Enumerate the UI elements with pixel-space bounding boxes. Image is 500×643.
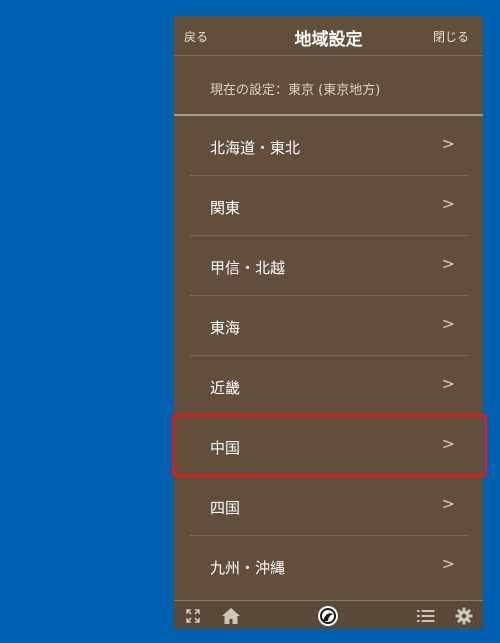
- region-label: 東海: [210, 319, 241, 337]
- region-item-kyushu-okinawa[interactable]: 九州・沖縄 >: [174, 536, 483, 596]
- region-label: 九州・沖縄: [210, 559, 286, 577]
- region-label: 近畿: [210, 379, 241, 397]
- gear-icon[interactable]: [454, 601, 474, 629]
- region-label: 四国: [210, 499, 241, 517]
- region-item-kinki[interactable]: 近畿 >: [174, 356, 483, 416]
- header-divider: [174, 55, 483, 56]
- region-item-hokkaido-tohoku[interactable]: 北海道・東北 >: [174, 116, 483, 176]
- region-item-kanto[interactable]: 関東 >: [174, 176, 483, 236]
- chevron-right-icon: >: [441, 434, 455, 453]
- chevron-right-icon: >: [441, 254, 455, 273]
- region-label: 関東: [210, 199, 241, 217]
- region-item-chugoku[interactable]: 中国 >: [174, 416, 483, 476]
- logo-icon[interactable]: [317, 601, 339, 629]
- list-icon[interactable]: [416, 601, 436, 629]
- region-list: 北海道・東北 > 関東 > 甲信・北越 > 東海 > 近畿 > 中国 > 四国 …: [174, 116, 483, 596]
- region-item-koshin-hokuetsu[interactable]: 甲信・北越 >: [174, 236, 483, 296]
- chevron-right-icon: >: [441, 374, 455, 393]
- chevron-right-icon: >: [441, 554, 455, 573]
- region-item-shikoku[interactable]: 四国 >: [174, 476, 483, 536]
- close-button[interactable]: 閉じる: [433, 28, 469, 45]
- current-setting-text: 現在の設定：東京 (東京地方): [210, 83, 381, 98]
- header: 戻る 地域設定 閉じる: [174, 16, 483, 56]
- region-settings-panel: 戻る 地域設定 閉じる 現在の設定：東京 (東京地方) 北海道・東北 > 関東 …: [174, 16, 483, 629]
- expand-icon[interactable]: [184, 601, 202, 629]
- region-item-tokai[interactable]: 東海 >: [174, 296, 483, 356]
- region-label: 甲信・北越: [210, 259, 286, 277]
- region-label: 中国: [210, 439, 241, 457]
- region-label: 北海道・東北: [210, 139, 301, 157]
- chevron-right-icon: >: [441, 134, 455, 153]
- footer-toolbar: [174, 600, 483, 629]
- chevron-right-icon: >: [441, 494, 455, 513]
- chevron-right-icon: >: [441, 194, 455, 213]
- home-icon[interactable]: [220, 601, 242, 629]
- chevron-right-icon: >: [441, 314, 455, 333]
